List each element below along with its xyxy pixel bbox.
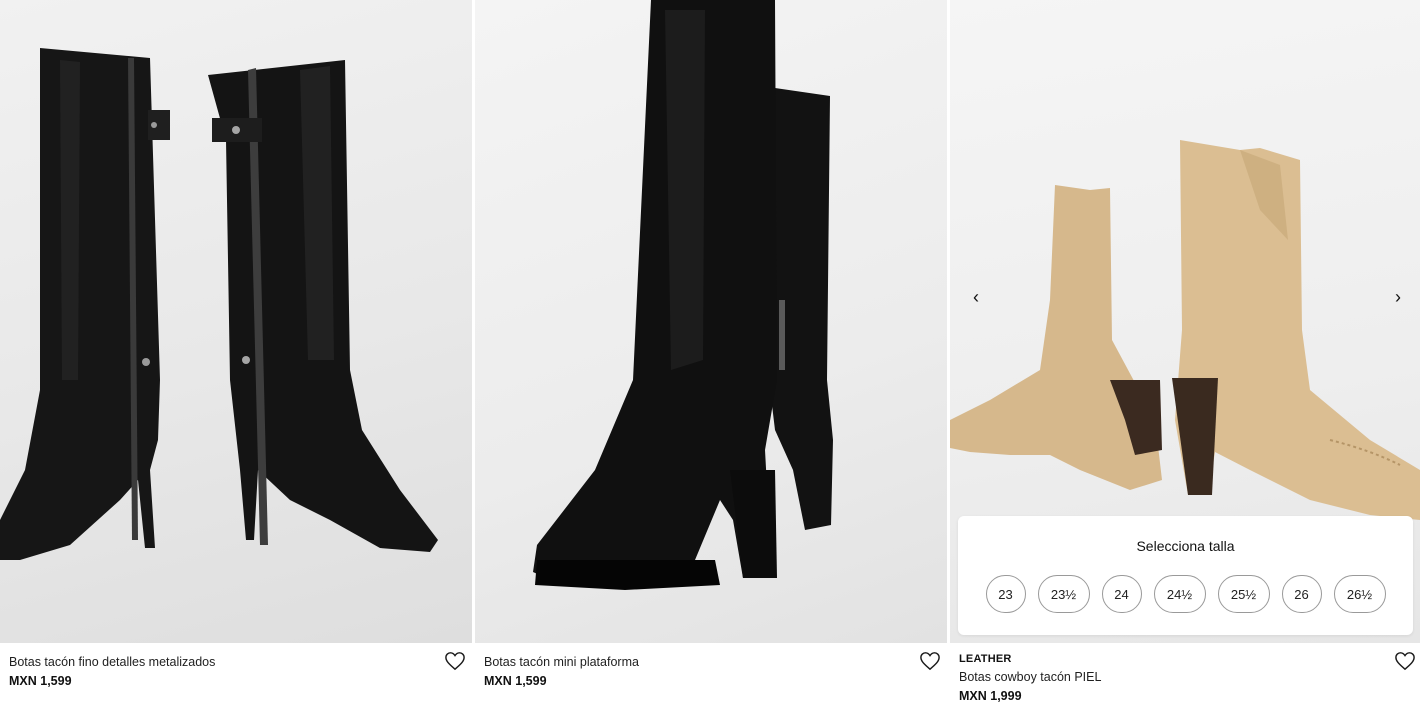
size-options: 23 23½ 24 24½ 25½ 26 26½: [958, 575, 1413, 613]
product-name[interactable]: Botas tacón mini plataforma: [484, 653, 938, 671]
product-info-3: LEATHER Botas cowboy tacón PIEL MXN 1,99…: [959, 653, 1411, 706]
product-image-2[interactable]: [475, 0, 947, 643]
product-price: MXN 1,999: [959, 689, 1022, 703]
black-stiletto-boots-illustration: [0, 48, 438, 560]
product-image-1[interactable]: [0, 0, 472, 643]
size-option-26[interactable]: 26: [1281, 575, 1322, 613]
product-grid: Botas tacón fino detalles metalizados MX…: [0, 0, 1420, 726]
size-selector-panel: Selecciona talla 23 23½ 24 24½ 25½ 26 26…: [958, 516, 1413, 635]
black-platform-boots-illustration: [533, 0, 833, 590]
size-option-24[interactable]: 24: [1101, 575, 1142, 613]
product-price: MXN 1,599: [9, 674, 72, 688]
size-option-26-half[interactable]: 26½: [1333, 575, 1386, 613]
product-card-3[interactable]: ‹ › Selecciona talla 23 23½ 24 24½ 25½ 2…: [950, 0, 1420, 726]
size-option-25-half[interactable]: 25½: [1217, 575, 1270, 613]
heart-outline-icon[interactable]: [444, 651, 466, 671]
product-price: MXN 1,599: [484, 674, 547, 688]
size-selector-title: Selecciona talla: [1136, 538, 1235, 554]
carousel-prev-button[interactable]: ‹: [966, 286, 986, 308]
carousel-next-button[interactable]: ›: [1388, 286, 1408, 308]
size-option-24-half[interactable]: 24½: [1153, 575, 1206, 613]
product-info-2: Botas tacón mini plataforma MXN 1,599: [484, 653, 938, 691]
product-tag: LEATHER: [959, 653, 1012, 665]
size-option-23[interactable]: 23: [985, 575, 1026, 613]
size-option-23-half[interactable]: 23½: [1037, 575, 1090, 613]
heart-outline-icon[interactable]: [1394, 651, 1416, 671]
product-name[interactable]: Botas cowboy tacón PIEL: [959, 668, 1411, 686]
product-card-2[interactable]: Botas tacón mini plataforma MXN 1,599: [475, 0, 947, 726]
product-name[interactable]: Botas tacón fino detalles metalizados: [9, 653, 463, 671]
heart-outline-icon[interactable]: [919, 651, 941, 671]
product-card-1[interactable]: Botas tacón fino detalles metalizados MX…: [0, 0, 472, 726]
product-info-1: Botas tacón fino detalles metalizados MX…: [9, 653, 463, 691]
